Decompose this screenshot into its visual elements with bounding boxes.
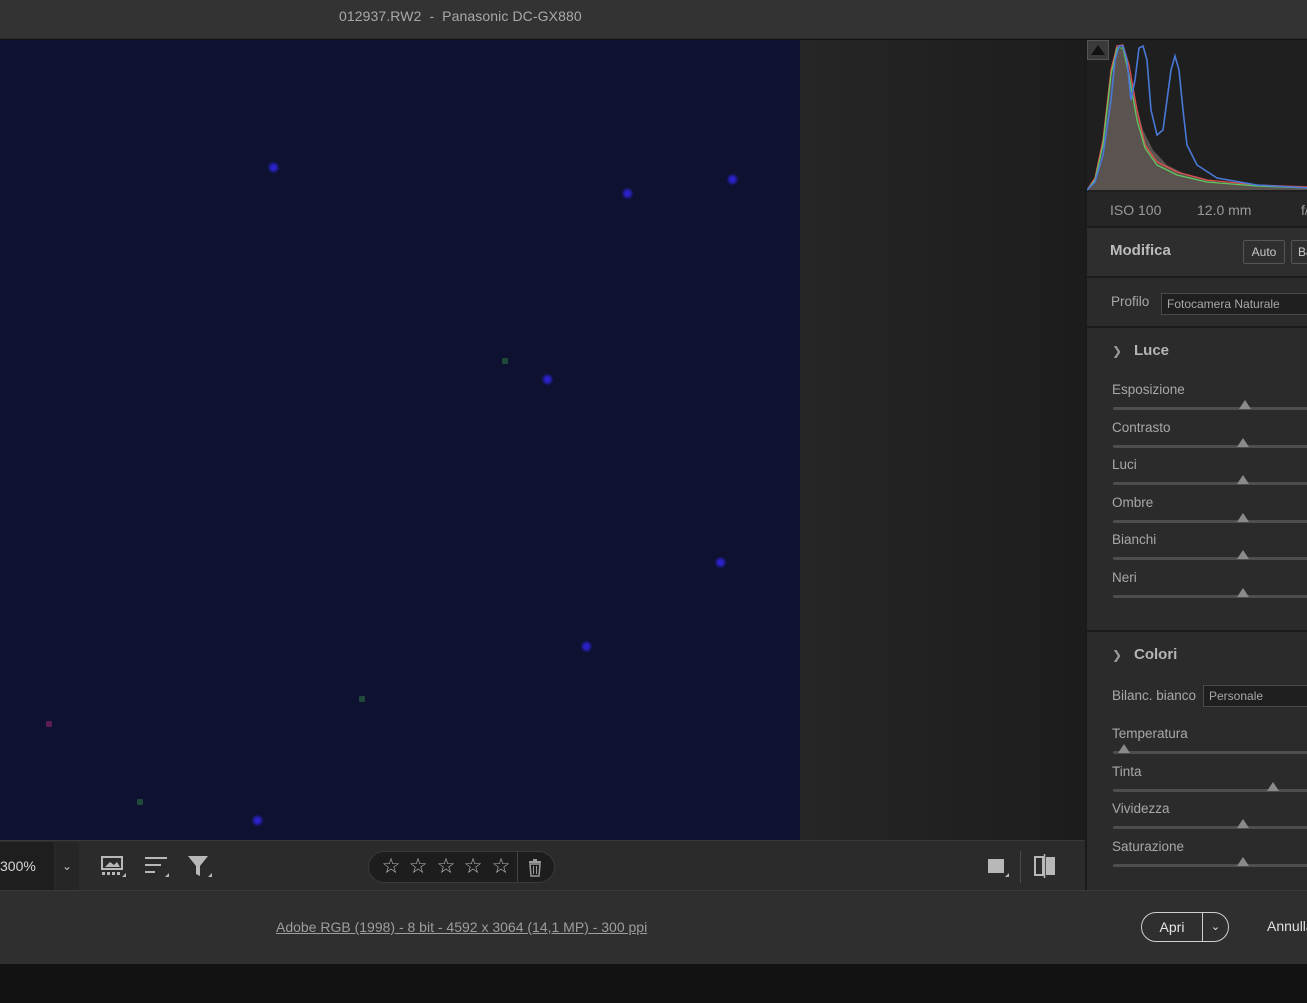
slider-label: Contrasto — [1112, 419, 1171, 435]
slider-track[interactable] — [1113, 595, 1307, 598]
rating-bar: ☆ ☆ ☆ ☆ ☆ — [368, 851, 555, 883]
bottom-toolbar: 300% ⌄ ☆ ☆ ☆ ☆ ☆ — [0, 840, 1085, 890]
edit-title: Modifica — [1110, 242, 1171, 259]
rating-star-4[interactable]: ☆ — [462, 856, 484, 878]
star-point — [582, 642, 591, 651]
black-white-button[interactable]: B& — [1291, 240, 1307, 264]
slider-thumb[interactable] — [1237, 512, 1250, 522]
edit-header: Modifica Auto B& — [1087, 226, 1307, 276]
chevron-down-icon[interactable]: ⌄ — [1203, 913, 1228, 941]
slider-track[interactable] — [1113, 519, 1307, 523]
filmstrip-icon[interactable] — [100, 853, 128, 879]
star-point — [543, 375, 552, 384]
exif-focal-length: 12.0 mm — [1197, 202, 1252, 218]
slider-thumb[interactable] — [1237, 437, 1250, 447]
light-header[interactable]: ❯ Luce — [1112, 342, 1169, 359]
slider-track[interactable] — [1113, 444, 1307, 448]
rating-star-1[interactable]: ☆ — [380, 856, 402, 878]
star-point — [623, 189, 632, 198]
slider-track[interactable] — [1113, 482, 1307, 486]
slider-thumb[interactable] — [1237, 819, 1250, 829]
color-title: Colori — [1134, 646, 1178, 663]
histogram — [1087, 40, 1307, 192]
zoom-level-field[interactable]: 300% — [0, 842, 54, 890]
star-point — [46, 721, 52, 727]
slider-thumb[interactable] — [1237, 588, 1250, 597]
edit-panel: ISO 100 12.0 mm f/ Modifica Auto B& Prof… — [1085, 40, 1307, 890]
slider-thumb[interactable] — [1117, 744, 1130, 753]
window-title: 012937.RW2 - Panasonic DC-GX880 — [339, 8, 582, 24]
rating-star-3[interactable]: ☆ — [435, 856, 457, 878]
exif-iso: ISO 100 — [1110, 202, 1162, 218]
slider-track[interactable] — [1113, 557, 1307, 561]
auto-button[interactable]: Auto — [1243, 240, 1285, 264]
chevron-down-icon[interactable]: ⌄ — [55, 842, 79, 890]
chevron-down-icon: ❯ — [1112, 648, 1123, 662]
slider-thumb[interactable] — [1239, 400, 1252, 409]
slider-label: Esposizione — [1112, 382, 1185, 397]
slider-label: Tinta — [1112, 763, 1142, 779]
exif-info: ISO 100 12.0 mm f/ — [1087, 192, 1307, 226]
photo-preview[interactable] — [0, 40, 800, 840]
white-balance-label: Bilanc. bianco — [1112, 688, 1197, 703]
light-title: Luce — [1134, 342, 1170, 359]
shadow-clipping-icon[interactable] — [1087, 40, 1109, 60]
histogram-graph — [1087, 44, 1307, 191]
color-section: ❯ Colori Bilanc. bianco Personale Tempera… — [1087, 630, 1307, 890]
cancel-button[interactable]: Annulla — [1267, 918, 1307, 934]
open-button[interactable]: Apri — [1142, 913, 1202, 941]
slider-track[interactable] — [1113, 826, 1307, 830]
star-point — [728, 175, 737, 184]
before-after-icon[interactable] — [1032, 853, 1060, 879]
color-header[interactable]: ❯ Colori — [1112, 646, 1177, 663]
star-point — [269, 163, 278, 172]
footer-bar: Adobe RGB (1998) - 8 bit - 4592 x 3064 (… — [0, 890, 1307, 964]
slider-label: Temperatura — [1112, 726, 1188, 741]
slider-label: Vividezza — [1112, 801, 1170, 817]
title-bar: 012937.RW2 - Panasonic DC-GX880 — [0, 0, 1307, 39]
bottom-strip — [0, 964, 1307, 1003]
slider-label: Saturazione — [1112, 838, 1185, 854]
trash-icon[interactable] — [525, 858, 545, 878]
white-balance-select[interactable]: Personale — [1203, 685, 1307, 707]
star-point — [359, 696, 365, 702]
toolbar-divider — [1020, 851, 1021, 883]
rating-star-5[interactable]: ☆ — [490, 856, 512, 878]
rating-star-2[interactable]: ☆ — [407, 856, 429, 878]
rating-divider — [517, 852, 518, 882]
profile-select[interactable]: Fotocamera Naturale — [1161, 293, 1307, 315]
exif-aperture: f/ — [1301, 202, 1307, 218]
star-point — [137, 799, 143, 805]
slider-thumb[interactable] — [1237, 550, 1250, 560]
filter-icon[interactable] — [186, 853, 214, 879]
chevron-down-icon: ❯ — [1112, 344, 1123, 358]
slider-label: Luci — [1112, 457, 1137, 473]
canvas-background — [800, 40, 1085, 840]
light-section: ❯ Luce Esposizione Contrasto Luci Ombre Bianc… — [1087, 326, 1307, 630]
slider-track[interactable] — [1113, 863, 1307, 867]
profile-label: Profilo — [1111, 294, 1150, 309]
open-button-group: Apri ⌄ — [1141, 912, 1229, 942]
sort-icon[interactable] — [143, 853, 171, 879]
slider-thumb[interactable] — [1237, 856, 1250, 866]
slider-label: Neri — [1112, 570, 1137, 585]
single-view-icon[interactable] — [985, 853, 1013, 879]
slider-label: Ombre — [1112, 494, 1154, 510]
slider-thumb[interactable] — [1237, 475, 1250, 485]
star-point — [716, 558, 725, 567]
slider-track[interactable] — [1113, 751, 1307, 754]
star-point — [253, 816, 262, 825]
slider-thumb[interactable] — [1266, 781, 1279, 791]
star-point — [502, 358, 508, 364]
slider-track[interactable] — [1113, 407, 1307, 410]
profile-section: Profilo Fotocamera Naturale — [1087, 276, 1307, 326]
workflow-options-link[interactable]: Adobe RGB (1998) - 8 bit - 4592 x 3064 (… — [276, 919, 647, 935]
image-canvas[interactable] — [0, 40, 1085, 840]
slider-label: Bianchi — [1112, 532, 1157, 548]
